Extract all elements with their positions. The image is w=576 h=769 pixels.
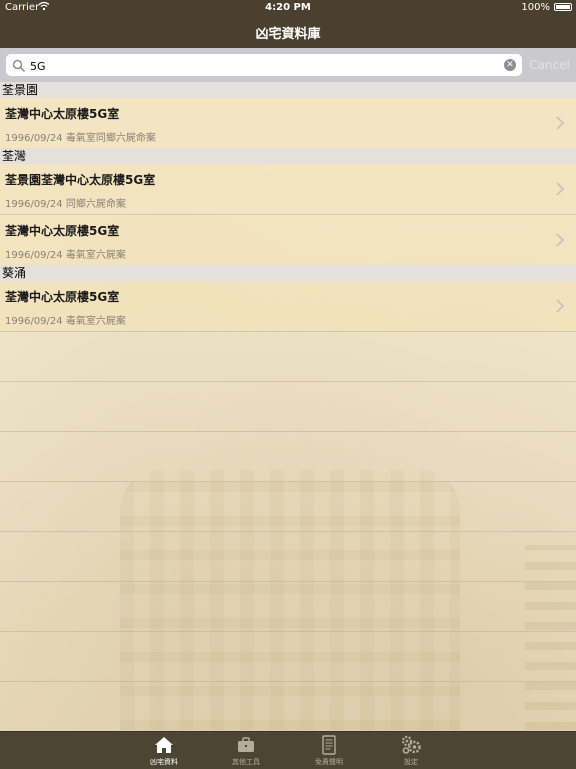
section-header: 荃景園 [0,82,576,98]
briefcase-icon [236,735,256,755]
clock: 4:20 PM [265,2,311,13]
search-field[interactable]: ✕ [6,54,522,76]
empty-row-separator [0,581,576,582]
document-icon [319,735,339,755]
search-input[interactable] [28,56,502,76]
list-item[interactable]: 荃灣中心太原樓5G室 1996/09/24 毒氣室同鄉六屍命案 [0,98,576,148]
empty-row-separator [0,431,576,432]
home-icon [154,735,174,755]
list-item-subtitle: 1996/09/24 同鄉六屍命案 [5,199,126,210]
chevron-right-icon [555,181,565,196]
tab-haunted-houses[interactable]: 凶宅資料 [134,732,194,769]
empty-row-separator [0,481,576,482]
empty-row-separator [0,531,576,532]
search-icon [12,58,26,73]
list-item[interactable]: 荃景園荃灣中心太原樓5G室 1996/09/24 同鄉六屍命案 [0,164,576,214]
chevron-right-icon [555,115,565,130]
list-item-title: 荃景園荃灣中心太原樓5G室 [5,173,156,187]
list-item-subtitle: 1996/09/24 毒氣室六屍案 [5,316,126,327]
tab-label: 其他工具 [232,758,260,766]
chevron-right-icon [555,298,565,313]
tab-other-tools[interactable]: 其他工具 [216,732,276,769]
list-item-title: 荃灣中心太原樓5G室 [5,107,120,121]
tab-settings[interactable]: 設定 [381,732,441,769]
list-item-title: 荃灣中心太原樓5G室 [5,224,120,238]
search-bar: ✕ Cancel [0,48,576,82]
list-item-subtitle: 1996/09/24 毒氣室同鄉六屍命案 [5,133,156,144]
list-item[interactable]: 荃灣中心太原樓5G室 1996/09/24 毒氣室六屍案 [0,215,576,265]
list-item[interactable]: 荃灣中心太原樓5G室 1996/09/24 毒氣室六屍案 [0,281,576,331]
section-header: 荃灣 [0,148,576,164]
navigation-bar: 凶宅資料庫 [0,16,576,48]
battery-percent: 100% [521,2,550,13]
tab-label: 免責聲明 [315,758,343,766]
cancel-button[interactable]: Cancel [527,56,572,74]
battery-icon [554,3,572,11]
clear-search-icon[interactable]: ✕ [504,59,516,71]
list-item-title: 荃灣中心太原樓5G室 [5,290,120,304]
tab-disclaimer[interactable]: 免責聲明 [299,732,359,769]
status-bar: Carrier 4:20 PM 100% [0,0,576,16]
row-separator [0,331,576,332]
tab-label: 設定 [404,758,418,766]
empty-row-separator [0,681,576,682]
empty-row-separator [0,631,576,632]
background-building-illustration-right [525,545,576,730]
empty-row-separator [0,381,576,382]
page-title: 凶宅資料庫 [255,27,321,42]
tab-label: 凶宅資料 [150,758,178,766]
tab-bar: 凶宅資料 其他工具 免責聲明 設定 [0,731,576,769]
list-item-subtitle: 1996/09/24 毒氣室六屍案 [5,250,126,261]
chevron-right-icon [555,232,565,247]
gears-icon [401,735,421,755]
section-header: 葵涌 [0,265,576,281]
background-building-illustration [120,470,460,730]
